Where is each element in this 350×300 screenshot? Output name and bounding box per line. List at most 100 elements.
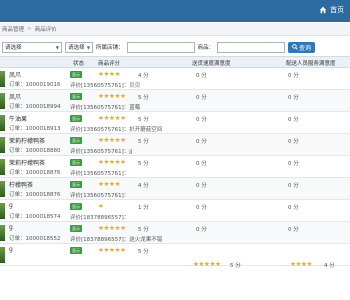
header-delivery-score: 送货速度满意度: [192, 61, 231, 67]
product-score: 5 分: [138, 139, 149, 145]
status-badge[interactable]: 显示: [70, 115, 82, 122]
table-row[interactable]: 凤爪 订单：1000018994 显示 ★★★★★ 5 分 评价[1356057…: [0, 90, 350, 112]
status-badge[interactable]: 显示: [70, 93, 82, 100]
service-score: 0 分: [288, 139, 299, 145]
product-score: 4 分: [138, 183, 149, 189]
star-rating: ★★★★: [98, 180, 121, 188]
search-icon: [292, 44, 298, 50]
delivery-score: 0 分: [196, 139, 207, 145]
breadcrumb-item-goods[interactable]: 商品管理: [2, 25, 24, 33]
product-name[interactable]: g: [9, 202, 13, 209]
star-rating: ★★★★★: [98, 224, 126, 232]
review-comment: 评价[18378896557]：: [70, 215, 130, 221]
breadcrumb-item-reviews[interactable]: 商品评价: [35, 25, 57, 33]
status-select-value: 请选择: [68, 45, 85, 51]
status-badge[interactable]: 显示: [70, 159, 82, 166]
product-thumbnail: [0, 137, 5, 153]
order-number: 订单：1000018876: [9, 192, 61, 198]
chevron-down-icon: ▼: [55, 44, 59, 50]
delivery-score: 0 分: [196, 161, 207, 167]
table-row[interactable]: 凤爪 订单：1000019016 显示 ★★★★ 4 分 评价[13560575…: [0, 68, 350, 90]
status-badge[interactable]: 显示: [70, 225, 82, 232]
delivery-star-rating: ★★★★★: [193, 260, 221, 268]
table-header: 状态 商品评分 送货速度满意度 配送人员服务满意度: [0, 56, 350, 68]
star-rating: ★★★★★: [98, 246, 126, 254]
product-name[interactable]: 凤爪: [9, 70, 21, 79]
service-score: 0 分: [288, 117, 299, 123]
delivery-score: 0 分: [196, 95, 207, 101]
table-row[interactable]: 茉莉柠檬鸭茶 订单：1000018880 显示 ★★★★★ 5 分 评价[135…: [0, 134, 350, 156]
service-star-rating: ★★★★: [290, 260, 313, 268]
star-rating: ★★★★: [98, 70, 121, 78]
product-thumbnail: [0, 93, 5, 109]
table-row[interactable]: 茉莉柠檬鸭茶 订单：1000018876 显示 ★★★★★ 5 分 评价[135…: [0, 156, 350, 178]
status-badge[interactable]: 显示: [70, 71, 82, 78]
table-row[interactable]: g 订单：1000018574 显示 ★ 1 分 评价[18378896557]…: [0, 200, 350, 222]
product-score: 5 分: [138, 227, 149, 233]
delivery-score: 0 分: [196, 73, 207, 79]
review-comment: 评价[13560575761]：: [70, 171, 130, 177]
header-product-score: 商品评分: [98, 61, 121, 67]
product-name[interactable]: 凤爪: [9, 92, 21, 101]
service-score: 0 分: [288, 183, 299, 189]
order-number: 订单：1000018552: [9, 236, 61, 242]
star-rating: ★★★★★: [98, 92, 126, 100]
table-row[interactable]: 柠檬鸭茶 订单：1000018876 显示 ★★★★ 4 分 评价[135605…: [0, 178, 350, 200]
service-score: 0 分: [288, 95, 299, 101]
product-name[interactable]: g: [9, 246, 13, 253]
product-thumbnail: [0, 71, 5, 87]
table-row[interactable]: g 订单：1000018552 显示 ★★★★★ 5 分 评价[18378896…: [0, 222, 350, 244]
star-rating: ★★★★★: [98, 158, 126, 166]
order-number: 订单：1000018913: [9, 126, 61, 132]
product-thumbnail: [0, 115, 5, 131]
product-name[interactable]: 柠檬鸭茶: [9, 180, 33, 189]
breadcrumb: 商品管理 > 商品评价: [0, 23, 350, 36]
product-thumbnail: [0, 203, 5, 219]
star-rating: ★: [98, 202, 104, 210]
product-thumbnail: [0, 159, 5, 175]
query-button[interactable]: 查询: [288, 41, 316, 53]
product-input[interactable]: [217, 41, 286, 53]
product-thumbnail: [0, 247, 5, 263]
home-icon: [319, 6, 327, 14]
product-score: 5 分: [138, 117, 149, 123]
product-name[interactable]: 牛油果: [9, 114, 27, 123]
review-comment: 评价[13560575761]：蓝莓: [70, 105, 141, 111]
service-score: 0 分: [288, 161, 299, 167]
product-name[interactable]: 茉莉柠檬鸭茶: [9, 158, 45, 167]
status-badge[interactable]: 显示: [70, 247, 82, 254]
category-select[interactable]: 请选择 ▼: [2, 41, 62, 53]
home-label: 首页: [330, 6, 344, 14]
query-button-label: 查询: [299, 44, 312, 52]
status-badge[interactable]: 显示: [70, 203, 82, 210]
service-score: 0 分: [288, 73, 299, 79]
order-number: 订单：1000018876: [9, 170, 61, 176]
table-row[interactable]: g 显示 ★★★★★ 5 分 ★★★★★ 5 分 ★★★★ 4 分: [0, 244, 350, 269]
product-name[interactable]: 茉莉柠檬鸭茶: [9, 136, 45, 145]
product-name[interactable]: g: [9, 224, 13, 231]
service-score: 4 分: [324, 263, 335, 269]
shop-input[interactable]: [126, 41, 195, 53]
product-thumbnail: [0, 225, 5, 241]
table-row[interactable]: 牛油果 订单：1000018913 显示 ★★★★★ 5 分 评价[135605…: [0, 112, 350, 134]
product-score: 4 分: [138, 73, 149, 79]
chevron-down-icon: ▼: [86, 44, 90, 50]
status-select[interactable]: 请选择 ▼: [65, 41, 93, 53]
product-score: 5 分: [138, 161, 149, 167]
status-badge[interactable]: 显示: [70, 181, 82, 188]
review-comment: 评价[13560575761]：jj: [70, 149, 133, 155]
delivery-score: 5 分: [230, 263, 241, 269]
delivery-score: 0 分: [196, 117, 207, 123]
star-rating: ★★★★★: [98, 136, 126, 144]
order-number: 订单：1000018574: [9, 214, 61, 220]
order-number: 订单：1000019016: [9, 82, 61, 88]
product-score: 5 分: [138, 95, 149, 101]
home-link[interactable]: 首页: [319, 5, 344, 15]
status-badge[interactable]: 显示: [70, 137, 82, 144]
breadcrumb-separator: >: [27, 26, 32, 32]
delivery-score: 0 分: [196, 205, 207, 211]
filter-bar: 请选择 ▼ 请选择 ▼ 所属店铺： 商品： 查询: [0, 39, 350, 55]
delivery-score: 0 分: [196, 227, 207, 233]
category-select-value: 请选择: [5, 45, 22, 51]
order-number: 订单：1000018994: [9, 104, 61, 110]
